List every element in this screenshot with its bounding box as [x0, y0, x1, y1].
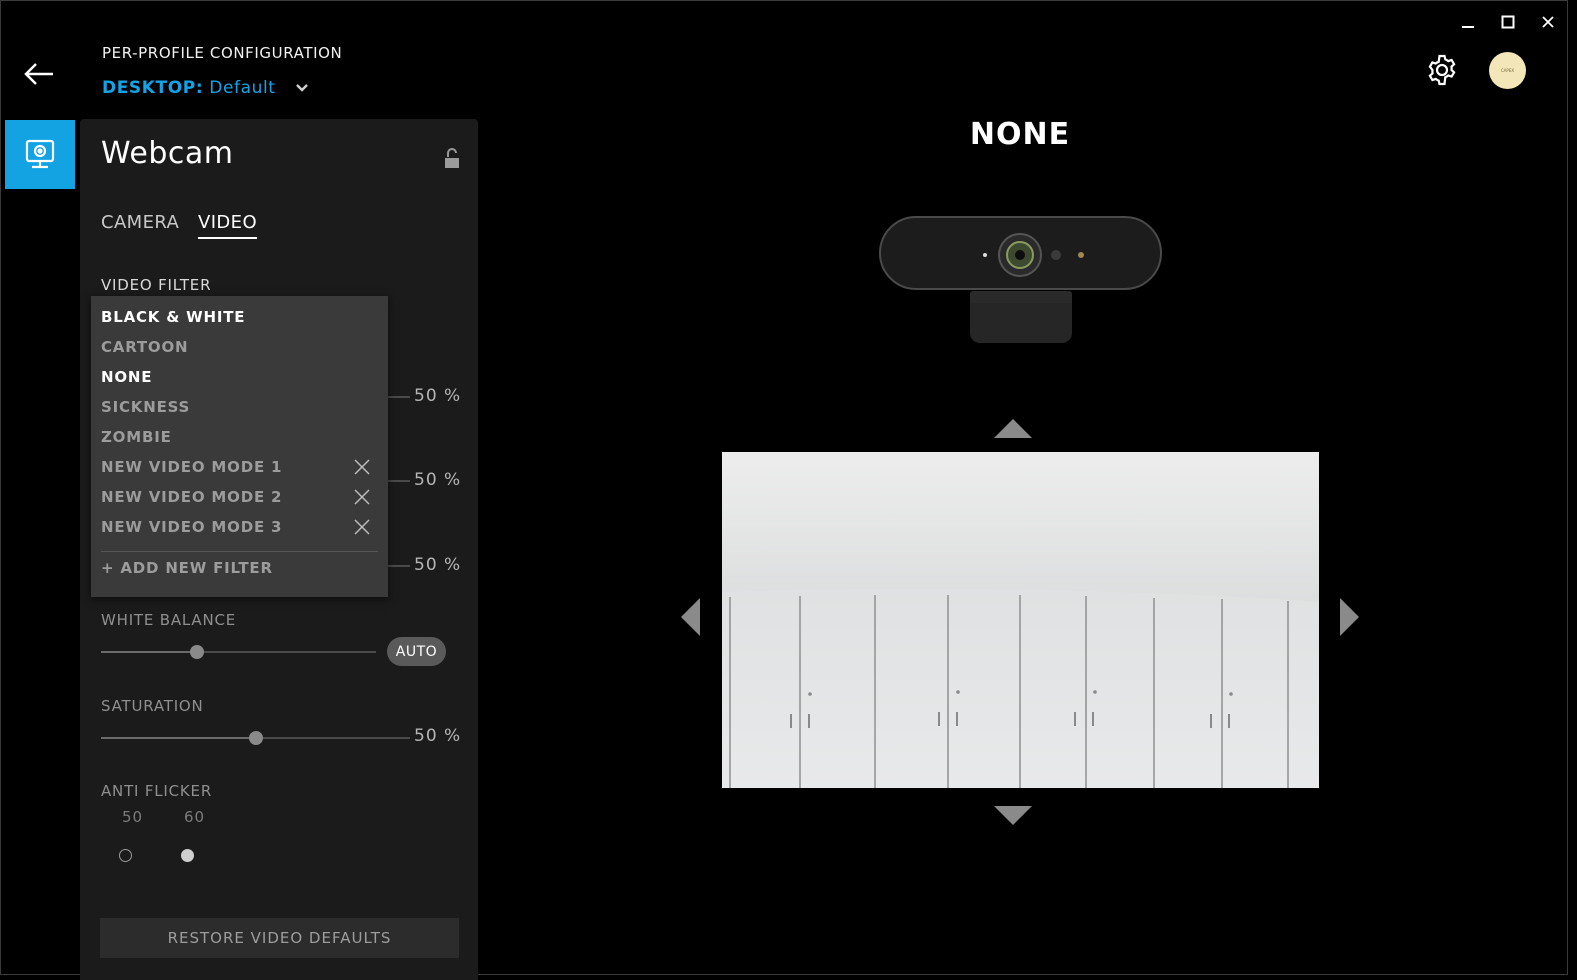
back-button[interactable]: [20, 58, 60, 90]
preview-right-arrow[interactable]: [1338, 596, 1362, 638]
filter-option-label: CARTOON: [101, 338, 189, 356]
saturation-value: 50 %: [414, 726, 462, 746]
device-tab-webcam[interactable]: [5, 120, 75, 189]
video-filter-label: VIDEO FILTER: [101, 276, 212, 294]
slider-value: 50 %: [414, 386, 462, 406]
webcam-preview-image: [722, 452, 1319, 788]
close-window-button[interactable]: [1536, 10, 1560, 34]
chevron-down-icon: [295, 84, 308, 92]
saturation-thumb[interactable]: [248, 731, 263, 745]
minimize-button[interactable]: [1456, 10, 1480, 34]
add-new-filter-button[interactable]: + ADD NEW FILTER: [101, 554, 381, 582]
filter-option-label: NEW VIDEO MODE 1: [101, 458, 283, 476]
filter-option-sickness[interactable]: SICKNESS: [101, 393, 381, 421]
slider-value: 50 %: [414, 470, 462, 490]
avatar[interactable]: CAPEX: [1489, 52, 1526, 89]
maximize-button[interactable]: [1496, 10, 1520, 34]
anti-flicker-label: ANTI FLICKER: [101, 782, 213, 800]
per-profile-label: PER-PROFILE CONFIGURATION: [102, 44, 343, 62]
video-filter-dropdown: BLACK & WHITE CARTOON NONE SICKNESS ZOMB…: [91, 296, 388, 597]
filter-option-label: SICKNESS: [101, 398, 191, 416]
dropdown-divider: [101, 551, 378, 552]
filter-option-black-white[interactable]: BLACK & WHITE: [101, 303, 381, 331]
close-icon[interactable]: [353, 488, 371, 506]
arrow-left-icon: [24, 63, 53, 85]
profile-key: DESKTOP:: [102, 78, 204, 98]
anti-flicker-option-60-label: 60: [184, 808, 206, 826]
saturation-label: SATURATION: [101, 697, 204, 715]
filter-option-cartoon[interactable]: CARTOON: [101, 333, 381, 361]
preview-left-arrow[interactable]: [678, 596, 702, 638]
anti-flicker-radio-60[interactable]: [181, 849, 194, 862]
filter-option-label: BLACK & WHITE: [101, 308, 246, 326]
filter-option-new-video-mode-2[interactable]: NEW VIDEO MODE 2: [101, 483, 381, 511]
filter-option-new-video-mode-1[interactable]: NEW VIDEO MODE 1: [101, 453, 381, 481]
restore-defaults-button[interactable]: RESTORE VIDEO DEFAULTS: [100, 918, 459, 958]
add-new-filter-label: + ADD NEW FILTER: [101, 559, 273, 577]
close-icon: [1542, 16, 1554, 28]
tab-video[interactable]: VIDEO: [198, 212, 258, 239]
close-icon[interactable]: [353, 518, 371, 536]
tab-camera[interactable]: CAMERA: [101, 212, 179, 237]
close-icon[interactable]: [353, 458, 371, 476]
filter-option-label: NEW VIDEO MODE 3: [101, 518, 283, 536]
maximize-icon: [1501, 15, 1515, 29]
filter-option-label: ZOMBIE: [101, 428, 172, 446]
selected-filter-title: NONE: [969, 117, 1071, 152]
minimize-icon: [1462, 26, 1474, 28]
preview-down-arrow[interactable]: [992, 804, 1034, 828]
white-balance-auto-button[interactable]: AUTO: [387, 637, 446, 666]
filter-option-label: NEW VIDEO MODE 2: [101, 488, 283, 506]
slider-value: 50 %: [414, 555, 462, 575]
webcam-device-image: [879, 216, 1162, 343]
avatar-text: CAPEX: [1500, 68, 1515, 73]
profile-value: Default: [209, 78, 276, 98]
preview-up-arrow[interactable]: [992, 416, 1034, 440]
device-title: Webcam: [101, 136, 234, 171]
white-balance-fill: [101, 651, 198, 653]
unlock-icon: [445, 148, 459, 168]
gear-icon: [1428, 54, 1456, 86]
filter-option-zombie[interactable]: ZOMBIE: [101, 423, 381, 451]
lock-button[interactable]: [442, 148, 462, 170]
filter-option-new-video-mode-3[interactable]: NEW VIDEO MODE 3: [101, 513, 381, 541]
anti-flicker-option-50-label: 50: [122, 808, 144, 826]
profile-selector[interactable]: DESKTOP: Default: [102, 78, 312, 98]
anti-flicker-radio-50[interactable]: [119, 849, 132, 862]
settings-button[interactable]: [1424, 52, 1460, 88]
filter-option-label: NONE: [101, 368, 153, 386]
saturation-fill: [101, 737, 256, 739]
white-balance-label: WHITE BALANCE: [101, 611, 237, 629]
filter-option-none[interactable]: NONE: [101, 363, 381, 391]
webcam-icon: [25, 139, 55, 168]
